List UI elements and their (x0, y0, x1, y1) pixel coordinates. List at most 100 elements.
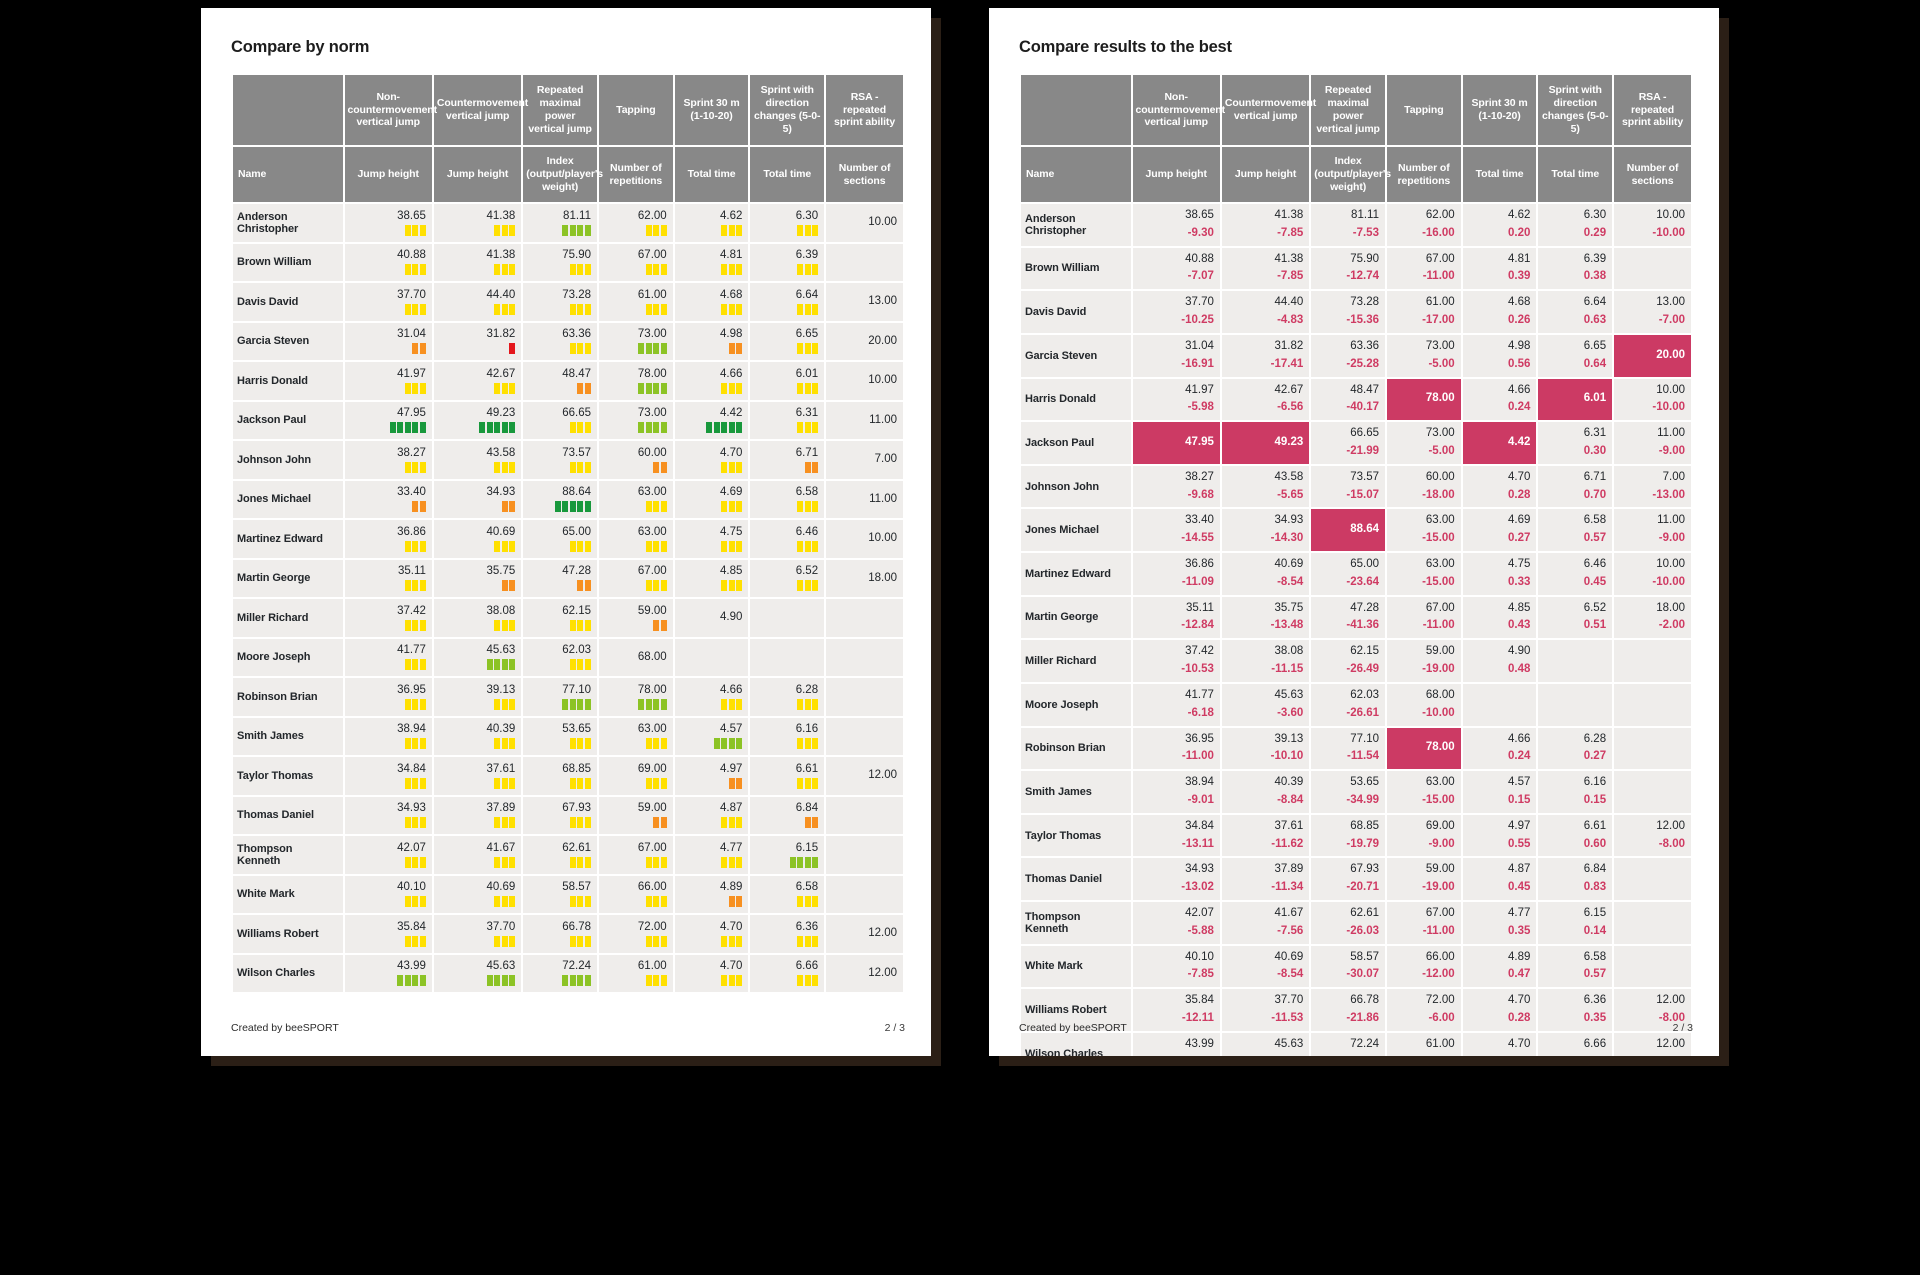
table-row[interactable]: Brown William 40.88 -7.07 41.38 -7.85 75.90 -1… (1021, 247, 1691, 290)
metric-value: 4.81 (1508, 252, 1531, 265)
delta-to-best: -7.00 (1658, 314, 1685, 327)
metric-value: 75.90 (562, 249, 591, 262)
meter-bar (404, 817, 411, 829)
table-row[interactable]: Jackson Paul 47.95 49.23 66.65 73.00 4.42 6.31… (233, 401, 903, 439)
metric-cell: 12.00 (826, 954, 903, 992)
comparison-cell (1462, 683, 1537, 726)
comparison-cell: 38.65 -9.30 (1132, 204, 1220, 246)
norm-rating-meter (527, 461, 591, 473)
meter-bar (653, 422, 660, 434)
comparison-cell: 37.70 -10.25 (1132, 291, 1220, 333)
norm-rating-meter (679, 461, 743, 473)
meter-bar (412, 422, 419, 434)
table-row[interactable]: Garcia Steven 31.04 -16.91 31.82 -17.41 63.36… (1021, 334, 1691, 377)
comparison-cell: 4.62 0.20 (1462, 204, 1537, 246)
table-row[interactable]: Davis David 37.70 44.40 73.28 61.00 4.68 6.64 1… (233, 283, 903, 321)
meter-bar (721, 264, 728, 276)
delta-to-best: 0.30 (1583, 444, 1607, 457)
metric-value: 72.00 (1425, 994, 1455, 1007)
delta-to-best: -10.00 (1652, 575, 1685, 588)
table-row[interactable]: Jackson Paul 47.95 49.23 66.65 -21.99 73.00 -5… (1021, 422, 1691, 464)
athlete-name: Martin George (233, 559, 343, 597)
delta-to-best: -13.11 (1181, 837, 1214, 850)
metric-value: 6.36 (1583, 994, 1607, 1007)
table-row[interactable]: Taylor Thomas 34.84 -13.11 37.61 -11.62 68.85… (1021, 814, 1691, 857)
norm-rating-meter (438, 422, 516, 434)
table-row[interactable]: Jones Michael 33.40 34.93 88.64 63.00 4.69 6.5… (233, 480, 903, 518)
meter-bar (404, 224, 411, 236)
table-row[interactable]: Wilson Charles 43.99 -3.96 45.63 -3.60 72.24 -… (1021, 1032, 1691, 1056)
meter-bar (577, 224, 584, 236)
metric-value: 53.65 (1350, 776, 1379, 789)
table-row[interactable]: Martin George 35.11 -12.84 35.75 -13.48 47.28… (1021, 596, 1691, 639)
comparison-cell: 18.00 -2.00 (1614, 596, 1691, 639)
table-row[interactable]: Brown William 40.88 41.38 75.90 67.00 4.81 6.3… (233, 243, 903, 281)
table-row[interactable]: Martinez Edward 36.86 -11.09 40.69 -8.54 65.0… (1021, 553, 1691, 595)
metric-value: 33.40 (1185, 514, 1214, 527)
table-body: Anderson Christopher 38.65 -9.30 41.38 -7.85… (1021, 204, 1691, 1056)
table-row[interactable]: Jones Michael 33.40 -14.55 34.93 -14.30 88.64… (1021, 509, 1691, 551)
table-row[interactable]: Moore Joseph 41.77 -6.18 45.63 -3.60 62.03 -26… (1021, 683, 1691, 726)
table-row[interactable]: Miller Richard 37.42 -10.53 38.08 -11.15 62.1… (1021, 640, 1691, 682)
meter-bar (584, 303, 591, 315)
table-row[interactable]: Robinson Brian 36.95 -11.00 39.13 -10.10 77.1… (1021, 727, 1691, 770)
table-row[interactable]: Miller Richard 37.42 38.08 62.15 59.00 4.90 (233, 599, 903, 637)
table-row[interactable]: Wilson Charles 43.99 45.63 72.24 61.00 4.70 6.… (233, 954, 903, 992)
comparison-cell: 42.67 -6.56 (1221, 378, 1310, 421)
table-row[interactable]: Taylor Thomas 34.84 37.61 68.85 69.00 4.97 6.6… (233, 757, 903, 795)
delta-to-best: -3.60 (1277, 706, 1304, 719)
table-row[interactable]: Robinson Brian 36.95 39.13 77.10 78.00 4.66 6.… (233, 678, 903, 716)
metric-value: 48.47 (1350, 383, 1379, 396)
norm-rating-meter (603, 461, 667, 473)
table-row[interactable]: Garcia Steven 31.04 31.82 63.36 73.00 4.98 6.6… (233, 322, 903, 360)
metric-cell: 37.70 (433, 915, 522, 953)
meter-bar (797, 501, 804, 513)
table-row[interactable]: Davis David 37.70 -10.25 44.40 -4.83 73.28 -15… (1021, 291, 1691, 333)
table-row[interactable]: White Mark 40.10 -7.85 40.69 -8.54 58.57 -30.0… (1021, 945, 1691, 988)
delta-to-best: 0.64 (1583, 357, 1607, 370)
table-row[interactable]: Thompson Kenneth 42.07 41.67 62.61 67.00 4.77… (233, 836, 903, 874)
table-row[interactable]: Harris Donald 41.97 -5.98 42.67 -6.56 48.47 -4… (1021, 378, 1691, 421)
table-row[interactable]: Thomas Daniel 34.93 -13.02 37.89 -11.34 67.93… (1021, 858, 1691, 900)
metric-value: 4.70 (1508, 470, 1531, 483)
table-row[interactable]: Johnson John 38.27 -9.68 43.58 -5.65 73.57 -15… (1021, 465, 1691, 508)
table-row[interactable]: Anderson Christopher 38.65 -9.30 41.38 -7.85… (1021, 204, 1691, 246)
table-row[interactable]: Thomas Daniel 34.93 37.89 67.93 59.00 4.87 6.8… (233, 796, 903, 834)
table-row[interactable]: Johnson John 38.27 43.58 73.57 60.00 4.70 6.71… (233, 441, 903, 479)
meter-bar (584, 935, 591, 947)
metric-cell: 4.70 (674, 915, 749, 953)
table-row[interactable]: Williams Robert 35.84 37.70 66.78 72.00 4.70 6… (233, 915, 903, 953)
header-group-1: Non-countermovement vertical jump (1132, 75, 1225, 145)
meter-bar (584, 975, 591, 987)
comparison-cell: 43.58 -5.65 (1221, 465, 1310, 508)
table-row[interactable]: Moore Joseph 41.77 45.63 62.03 68.00 (233, 638, 903, 676)
meter-bar (812, 856, 819, 868)
meter-bar (797, 856, 804, 868)
metric-value: 40.88 (397, 249, 426, 262)
metric-cell: 36.86 (344, 520, 432, 558)
metric-value: 63.36 (1350, 339, 1379, 352)
table-row[interactable]: Harris Donald 41.97 42.67 48.47 78.00 4.66 6.0… (233, 362, 903, 400)
meter-bar (653, 935, 660, 947)
metric-value: 63.00 (637, 486, 667, 499)
metric-cell: 6.61 (750, 757, 825, 795)
meter-bar (584, 264, 591, 276)
table-row[interactable]: White Mark 40.10 40.69 58.57 66.00 4.89 6.58 (233, 875, 903, 913)
metric-cell: 73.28 (523, 283, 597, 321)
metric-cell: 4.68 (674, 283, 749, 321)
table-row[interactable]: Smith James 38.94 -9.01 40.39 -8.84 53.65 -34.… (1021, 771, 1691, 813)
norm-rating-meter (349, 738, 426, 750)
table-row[interactable]: Martin George 35.11 35.75 47.28 67.00 4.85 6.5… (233, 559, 903, 597)
table-row[interactable]: Smith James 38.94 40.39 53.65 63.00 4.57 6.16 (233, 717, 903, 755)
delta-to-best: -8.54 (1277, 575, 1304, 588)
table-row[interactable]: Anderson Christopher 38.65 41.38 81.11 62.00… (233, 204, 903, 242)
table-row[interactable]: Martinez Edward 36.86 40.69 65.00 63.00 4.75 6… (233, 520, 903, 558)
meter-bar (397, 422, 404, 434)
meter-bar (412, 264, 419, 276)
delta-to-best: 0.63 (1583, 314, 1607, 327)
meter-bar (569, 896, 576, 908)
norm-rating-meter (349, 461, 426, 473)
table-row[interactable]: Thompson Kenneth 42.07 -5.88 41.67 -7.56 62.6… (1021, 902, 1691, 944)
comparison-cell: 73.57 -15.07 (1311, 465, 1385, 508)
metric-value: 41.67 (1274, 907, 1304, 919)
